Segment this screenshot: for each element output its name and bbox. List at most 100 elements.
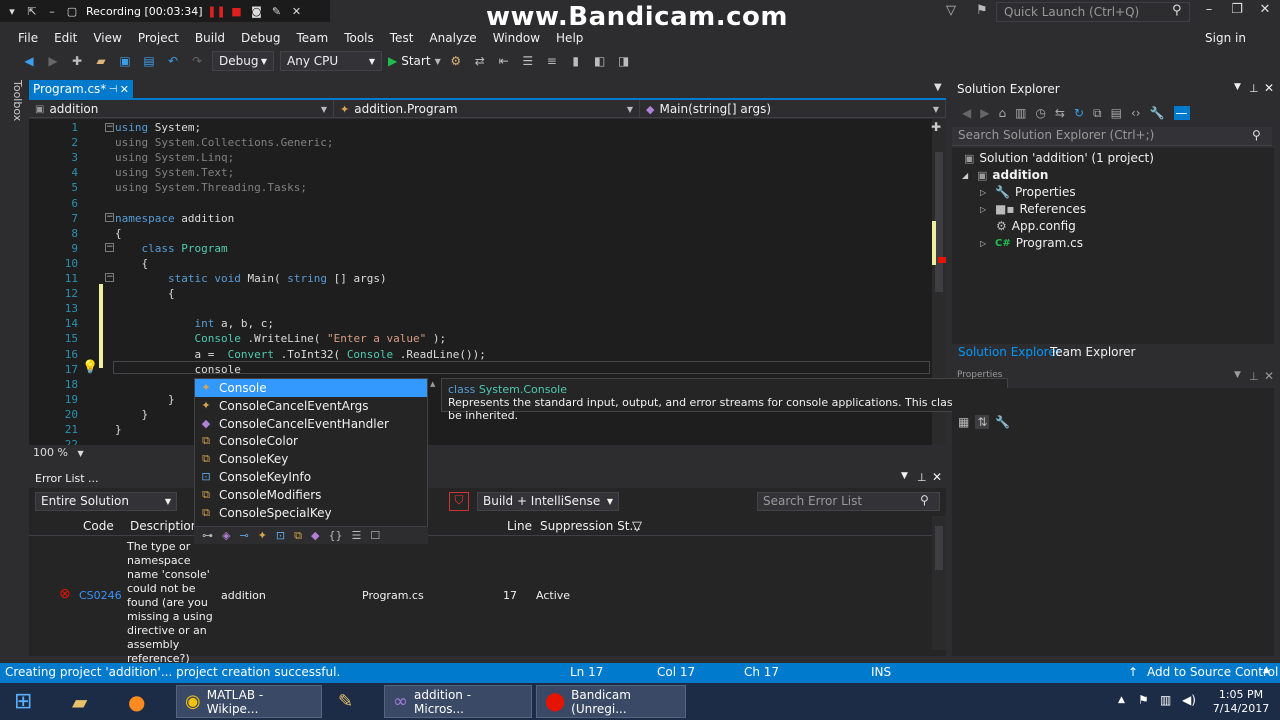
chevron-down-icon[interactable]: ▼ xyxy=(1234,82,1241,92)
refresh-icon[interactable]: ↻ xyxy=(1074,106,1084,120)
close-icon[interactable]: ✕ xyxy=(1264,369,1274,383)
forward-icon[interactable]: ▶ xyxy=(44,54,62,68)
code-line[interactable]: { xyxy=(115,227,122,240)
filter-namespaces-icon[interactable]: {} xyxy=(328,529,342,542)
menu-analyze[interactable]: Analyze xyxy=(421,31,484,45)
tree-item-solution[interactable]: ▣ Solution 'addition' (1 project) xyxy=(964,151,1154,165)
filter-keywords-icon[interactable]: ☰ xyxy=(351,529,361,542)
pin-icon[interactable]: ⇱ xyxy=(26,5,38,18)
code-line[interactable]: namespace addition xyxy=(115,212,234,225)
outdent-icon[interactable]: ☰ xyxy=(519,54,537,68)
filter-icon[interactable]: ▽ xyxy=(632,519,642,534)
taskbar-bandicam[interactable]: ⬤ Bandicam (Unregi... xyxy=(536,685,686,718)
code-line[interactable]: Console .WriteLine( "Enter a value" ); xyxy=(115,332,446,345)
chevron-up-icon[interactable]: ▲ xyxy=(1263,665,1270,675)
tree-item-program-cs[interactable]: ▷ C# Program.cs xyxy=(980,236,1083,250)
member-nav-select[interactable]: ◆ Main(string[] args) ▼ xyxy=(640,100,946,118)
stop-icon[interactable]: ■ xyxy=(231,5,243,18)
menu-project[interactable]: Project xyxy=(130,31,187,45)
redo-icon[interactable]: ↷ xyxy=(188,54,206,68)
quick-launch-input[interactable]: Quick Launch (Ctrl+Q) xyxy=(996,2,1190,22)
switch-views-icon[interactable]: ▥ xyxy=(1015,106,1026,120)
bookmark-icon[interactable]: ▮ xyxy=(567,54,585,68)
menu-team[interactable]: Team xyxy=(288,31,336,45)
tray-clock[interactable]: 1:05 PM 7/14/2017 xyxy=(1208,688,1274,716)
browser-link-icon[interactable]: ⚙ xyxy=(447,54,465,68)
code-line[interactable]: } xyxy=(115,393,175,406)
camera-icon[interactable]: ◙ xyxy=(251,5,263,18)
step-icon[interactable]: ⇄ xyxy=(471,54,489,68)
chevron-down-icon[interactable]: ▼ xyxy=(77,449,83,458)
menu-view[interactable]: View xyxy=(85,31,129,45)
search-icon[interactable]: ⚲ xyxy=(920,493,929,507)
platform-select[interactable]: Any CPU ▼ xyxy=(280,51,382,71)
table-row[interactable]: ⊗ CS0246 The type or namespace name 'con… xyxy=(29,538,932,665)
collapsed-triangle-icon[interactable]: ▷ xyxy=(980,239,990,248)
code-line[interactable]: int a, b, c; xyxy=(115,317,273,330)
fold-toggle-icon[interactable]: − xyxy=(105,123,114,132)
close-icon[interactable]: ✕ xyxy=(291,5,303,18)
undo-icon[interactable]: ↶ xyxy=(164,54,182,68)
column-suppression[interactable]: Suppression St... xyxy=(540,519,641,533)
code-line[interactable]: using System.Linq; xyxy=(115,151,234,164)
pin-icon[interactable]: ⊥ xyxy=(1249,82,1259,95)
tab-team-explorer[interactable]: Team Explorer xyxy=(1044,344,1142,360)
tree-item-project[interactable]: ◢ ▣ addition xyxy=(962,168,1048,182)
filter-delegates-icon[interactable]: ◆ xyxy=(311,529,319,542)
minimize-icon[interactable]: – xyxy=(46,5,58,18)
show-all-files-icon[interactable]: ▤ xyxy=(1111,106,1122,120)
code-line[interactable]: class Program xyxy=(115,242,228,255)
property-pages-icon[interactable]: 🔧 xyxy=(995,415,1010,429)
open-folder-icon[interactable]: ▰ xyxy=(92,54,110,68)
chevron-down-icon[interactable]: ▾ xyxy=(6,5,18,18)
intellisense-item[interactable]: ⧉ ConsoleColor xyxy=(195,432,427,450)
code-line[interactable]: { xyxy=(115,287,175,300)
pin-icon[interactable]: ⊥ xyxy=(917,471,927,484)
intellisense-item[interactable]: ⧉ ConsoleKey xyxy=(195,450,427,468)
pencil-icon[interactable]: ✎ xyxy=(271,5,283,18)
code-line[interactable]: using System.Threading.Tasks; xyxy=(115,181,307,194)
bookmark-prev-icon[interactable]: ◧ xyxy=(591,54,609,68)
taskbar-firefox[interactable]: ● xyxy=(120,685,166,718)
intellisense-item[interactable]: ⧉ ConsoleModifiers xyxy=(195,486,427,504)
error-list-scroll-thumb[interactable] xyxy=(935,526,943,570)
preview-selected-icon[interactable]: — xyxy=(1173,106,1190,120)
intellisense-item[interactable]: ✦ ConsoleCancelEventArgs xyxy=(195,397,427,415)
menu-tools[interactable]: Tools xyxy=(336,31,382,45)
filter-fields-icon[interactable]: ⊸ xyxy=(239,529,248,542)
menu-window[interactable]: Window xyxy=(485,31,548,45)
zoom-level[interactable]: 100 % xyxy=(33,446,68,459)
home-icon[interactable]: ⌂ xyxy=(998,106,1006,120)
menu-help[interactable]: Help xyxy=(548,31,591,45)
forward-icon[interactable]: ▶ xyxy=(980,106,989,120)
pause-icon[interactable]: ❚❚ xyxy=(207,5,225,18)
fold-toggle-icon[interactable]: − xyxy=(105,213,114,222)
back-icon[interactable]: ◀ xyxy=(962,106,971,120)
intellisense-item[interactable]: ⊡ ConsoleKeyInfo xyxy=(195,468,427,486)
column-code[interactable]: Code xyxy=(83,519,114,533)
tree-item-properties[interactable]: ▷ 🔧 Properties xyxy=(980,185,1076,199)
code-line[interactable]: static void Main( string [] args) xyxy=(115,272,387,285)
pin-icon[interactable]: ⊣ xyxy=(109,84,118,95)
menu-test[interactable]: Test xyxy=(382,31,422,45)
filter-enums-icon[interactable]: ⧉ xyxy=(294,529,302,543)
menu-debug[interactable]: Debug xyxy=(233,31,288,45)
taskbar-tool[interactable]: ✎ xyxy=(330,685,380,718)
flag-icon[interactable]: ⚑ xyxy=(1138,693,1149,707)
filter-snippets-icon[interactable]: ☐ xyxy=(370,529,380,542)
sign-in-link[interactable]: Sign in xyxy=(1205,31,1246,45)
fold-toggle-icon[interactable]: − xyxy=(105,273,114,282)
editor-scroll-thumb[interactable] xyxy=(935,152,943,292)
search-solution-explorer-input[interactable]: Search Solution Explorer (Ctrl+;) xyxy=(952,127,1272,146)
pending-changes-icon[interactable]: ◷ xyxy=(1035,106,1045,120)
add-to-source-control-button[interactable]: Add to Source Control xyxy=(1147,665,1278,679)
maximize-window-button[interactable]: ❐ xyxy=(1224,2,1250,22)
chevron-down-icon[interactable]: ▼ xyxy=(901,471,908,481)
search-error-list-input[interactable]: Search Error List xyxy=(757,492,940,511)
class-nav-select[interactable]: ✦ addition.Program ▼ xyxy=(334,100,640,118)
intellisense-scroll-up-icon[interactable]: ▲ xyxy=(430,380,438,408)
code-line[interactable]: } xyxy=(115,408,148,421)
taskbar-explorer[interactable]: ▰ xyxy=(64,685,110,718)
chevron-down-icon[interactable]: ▼ xyxy=(1234,370,1241,380)
toolbox-tab[interactable]: Toolbox xyxy=(6,80,24,121)
